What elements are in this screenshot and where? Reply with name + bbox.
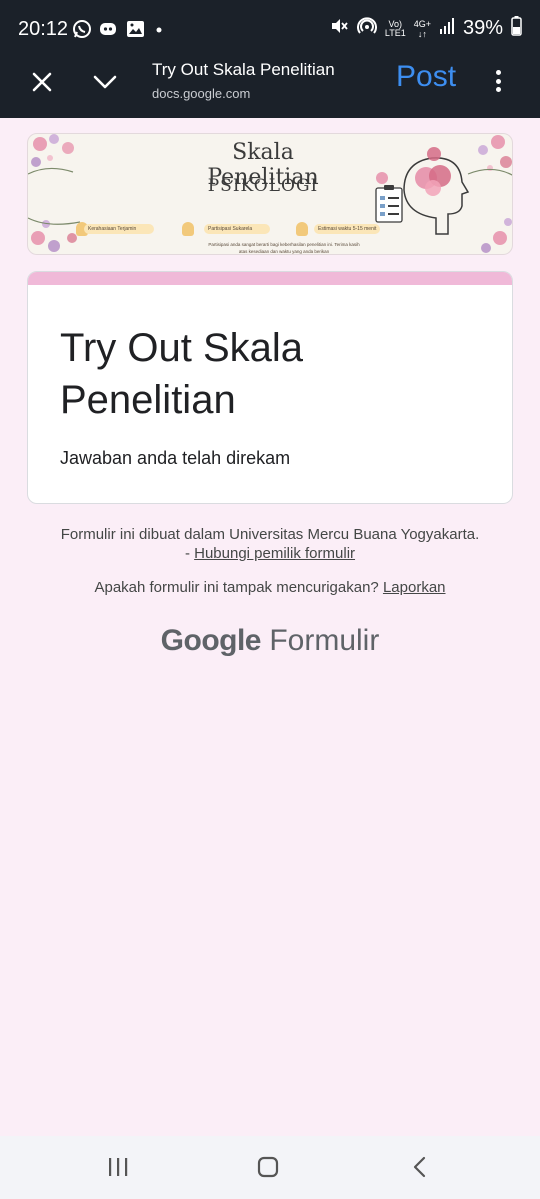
close-icon [32,72,52,92]
contact-owner-line: - Hubungi pemilik formulir [0,545,540,562]
suspicious-text: Apakah formulir ini tampak mencurigakan? [94,579,379,596]
card-accent-bar [28,272,512,285]
report-link[interactable]: Laporkan [383,579,446,596]
recent-apps-icon [109,1158,128,1176]
home-button[interactable] [248,1152,288,1182]
banner-pill: Estimasi waktu 5-15 menit [314,224,380,234]
banner-pill: Partisipasi Sukarela [204,224,270,234]
form-ownership-text: Formulir ini dibuat dalam Universitas Me… [60,526,480,543]
page-info[interactable]: Try Out Skala Penelitian docs.google.com [152,60,335,101]
more-options-button[interactable] [490,66,506,96]
page-url: docs.google.com [152,86,251,101]
system-navigation-bar [0,1136,540,1199]
report-line: Apakah formulir ini tampak mencurigakan?… [0,579,540,596]
more-dot-icon [495,78,501,84]
status-bar: 20:12 Vo) LTE1 4G+ ↓↑ 39% [0,0,540,58]
page-title: Try Out Skala Penelitian [152,60,335,79]
4g-icon: 4G+ ↓↑ [413,18,431,39]
more-dot-icon [495,70,501,75]
post-button[interactable]: Post [396,60,456,94]
form-title: Try Out Skala Penelitian [60,326,304,422]
google-forms-logo[interactable]: Google Formulir [0,624,540,658]
signal-icon [439,17,455,40]
recent-apps-button[interactable] [98,1152,138,1182]
gallery-icon [126,20,146,43]
discord-icon [98,20,120,43]
google-wordmark: Google [160,624,262,657]
hotspot-icon [356,16,377,41]
notification-dot-icon [152,20,166,43]
form-confirmation-card: Try Out Skala Penelitian Jawaban anda te… [27,271,513,504]
close-button[interactable] [26,66,58,98]
minimize-button[interactable] [88,66,122,98]
clock-icon [296,222,308,236]
response-recorded-message: Jawaban anda telah direkam [60,448,291,468]
volte-icon: Vo) LTE1 [384,18,406,38]
banner-pill: Kerahasiaan Terjamin [84,224,154,234]
mute-icon [329,16,349,41]
home-icon [257,1156,279,1178]
contact-owner-link[interactable]: Hubungi pemilik formulir [194,545,355,562]
banner-note: Partisipasi anda sangat berarti bagi keb… [208,242,360,254]
banner-subtitle: PSIKOLOGI [207,176,319,196]
status-time: 20:12 [18,18,69,40]
back-icon [413,1156,426,1178]
status-system-icons: Vo) LTE1 4G+ ↓↑ 39% [329,16,522,41]
product-wordmark: Formulir [269,624,380,657]
more-dot-icon [495,87,501,92]
chevron-down-icon [93,75,117,89]
back-button[interactable] [400,1152,440,1182]
contact-prefix: - [184,545,195,562]
hand-icon [182,222,194,236]
whatsapp-icon [72,19,92,44]
form-header-banner: Skala Penelitian PSIKOLOGI Kerahasiaan T… [27,133,513,255]
custom-tab-toolbar: Try Out Skala Penelitian docs.google.com… [0,58,540,118]
battery-percent: 39% [462,17,503,39]
status-notification-icons [72,19,166,44]
battery-icon [511,16,522,41]
